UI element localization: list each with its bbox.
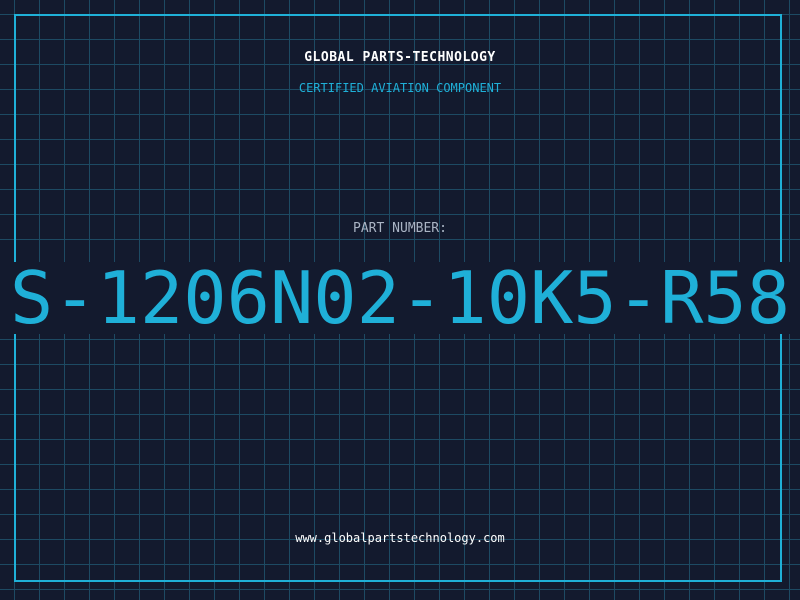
website-url: www.globalpartstechnology.com — [295, 531, 505, 545]
label-canvas: GLOBAL PARTS-TECHNOLOGY CERTIFIED AVIATI… — [0, 0, 800, 600]
company-name: GLOBAL PARTS-TECHNOLOGY — [304, 50, 496, 65]
part-number-label: PART NUMBER: — [353, 221, 447, 236]
part-number-band: S-1206N02-10K5-R58 — [0, 262, 800, 334]
part-number-value: S-1206N02-10K5-R58 — [9, 262, 791, 334]
certification-tagline: CERTIFIED AVIATION COMPONENT — [298, 81, 502, 95]
